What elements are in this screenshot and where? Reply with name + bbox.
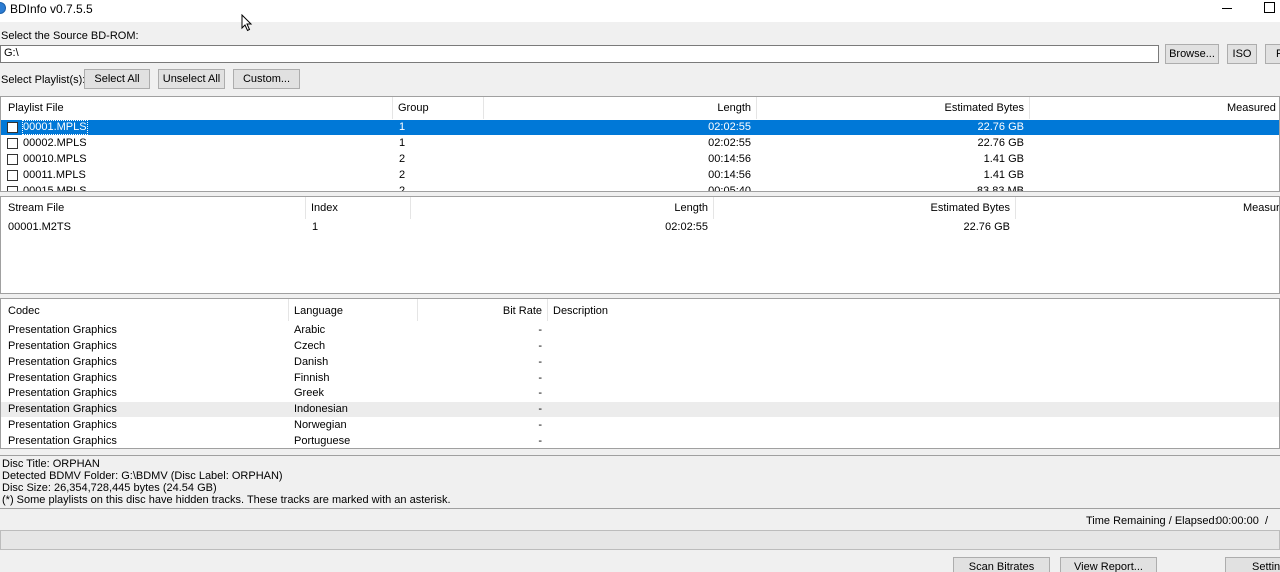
row-checkbox[interactable] (7, 170, 18, 181)
table-row[interactable]: Presentation Graphics Czech - (1, 339, 1279, 354)
iso-button[interactable]: ISO (1227, 44, 1257, 64)
codec-table: Codec Language Bit Rate Description Pres… (0, 298, 1280, 449)
window-title: BDInfo v0.7.5.5 (10, 2, 93, 16)
table-row[interactable]: 00001.MPLS 1 02:02:55 22.76 GB (1, 120, 1279, 135)
row-checkbox[interactable] (7, 154, 18, 165)
select-all-button[interactable]: Select All (84, 69, 150, 89)
rescan-button[interactable]: R (1265, 44, 1280, 64)
view-report-button[interactable]: View Report... (1060, 557, 1157, 572)
table-row[interactable]: Presentation Graphics Norwegian - (1, 418, 1279, 433)
disc-title-text: Disc Title: ORPHAN (2, 458, 100, 470)
col-group[interactable]: Group (398, 97, 429, 119)
row-checkbox[interactable] (7, 186, 18, 191)
col-length[interactable]: Length (421, 197, 708, 219)
disc-folder-text: Detected BDMV Folder: G:\BDMV (Disc Labe… (2, 470, 283, 482)
col-codec[interactable]: Codec (8, 300, 40, 322)
col-stream-file[interactable]: Stream File (8, 197, 64, 219)
col-language[interactable]: Language (294, 300, 343, 322)
col-index[interactable]: Index (311, 197, 338, 219)
browse-button[interactable]: Browse... (1165, 44, 1219, 64)
table-row[interactable]: 00001.M2TS 1 02:02:55 22.76 GB (1, 220, 1279, 235)
playlist-table: Playlist File Group Length Estimated Byt… (0, 96, 1280, 192)
title-bar: BDInfo v0.7.5.5 (0, 0, 1280, 32)
col-length[interactable]: Length (491, 97, 751, 119)
source-path-input[interactable]: G:\ (0, 45, 1159, 63)
table-row[interactable]: Presentation Graphics Indonesian - (1, 402, 1279, 417)
maximize-button[interactable] (1264, 2, 1275, 13)
col-measured-bytes[interactable]: Measured Bytes (1243, 197, 1279, 219)
custom-button[interactable]: Custom... (233, 69, 300, 89)
table-row[interactable]: Presentation Graphics Greek - (1, 386, 1279, 401)
row-checkbox[interactable] (7, 138, 18, 149)
table-row[interactable]: Presentation Graphics Arabic - (1, 323, 1279, 338)
col-description[interactable]: Description (553, 300, 608, 322)
app-icon (0, 2, 6, 14)
hidden-tracks-note: (*) Some playlists on this disc have hid… (2, 494, 451, 506)
scan-progress-bar (0, 530, 1280, 550)
unselect-all-button[interactable]: Unselect All (158, 69, 225, 89)
table-row[interactable]: Presentation Graphics Danish - (1, 355, 1279, 370)
time-separator: / (1265, 515, 1269, 527)
table-row[interactable]: Presentation Graphics Finnish - (1, 371, 1279, 386)
col-estimated-bytes[interactable]: Estimated Bytes (721, 197, 1010, 219)
stream-table: Stream File Index Length Estimated Bytes… (0, 196, 1280, 294)
scan-bitrates-button[interactable]: Scan Bitrates (953, 557, 1050, 572)
settings-button[interactable]: Settings... (1225, 557, 1280, 572)
col-playlist-file[interactable]: Playlist File (8, 97, 64, 119)
time-remaining-label: Time Remaining / Elapsed: (1086, 515, 1218, 527)
table-row[interactable]: 00010.MPLS 2 00:14:56 1.41 GB (1, 152, 1279, 167)
source-label: Select the Source BD-ROM: (1, 30, 139, 42)
row-checkbox[interactable] (7, 122, 18, 133)
col-bit-rate[interactable]: Bit Rate (421, 300, 542, 322)
playlist-select-label: Select Playlist(s): (1, 74, 86, 86)
table-row[interactable]: 00002.MPLS 1 02:02:55 22.76 GB (1, 136, 1279, 151)
table-row[interactable]: 00011.MPLS 2 00:14:56 1.41 GB (1, 168, 1279, 183)
disc-size-text: Disc Size: 26,354,728,445 bytes (24.54 G… (2, 482, 217, 494)
col-measured-bytes[interactable]: Measured Bytes (1227, 97, 1279, 119)
table-row[interactable]: Presentation Graphics Portuguese - (1, 434, 1279, 448)
minimize-button[interactable] (1222, 1, 1234, 15)
col-estimated-bytes[interactable]: Estimated Bytes (761, 97, 1024, 119)
mouse-cursor-icon (241, 14, 253, 32)
table-row[interactable]: 00015.MPLS 2 00:05:40 83.83 MB (1, 184, 1279, 191)
time-remaining-value: 00:00:00 (1216, 515, 1259, 527)
